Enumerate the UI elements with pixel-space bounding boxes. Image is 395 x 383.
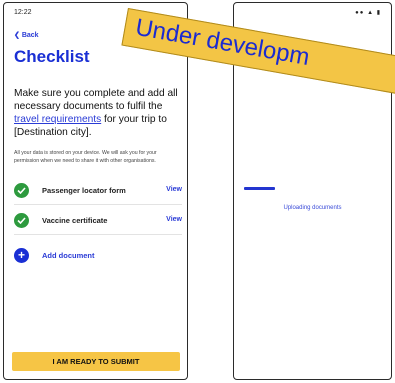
view-document-link[interactable]: View <box>166 186 182 193</box>
add-document-label: Add document <box>42 251 95 260</box>
submit-button[interactable]: I AM READY TO SUBMIT <box>12 352 180 371</box>
page-title: Checklist <box>14 47 90 66</box>
document-label: Passenger locator form <box>42 186 126 195</box>
status-bar: ●● ▲ ▮ <box>244 9 381 19</box>
status-time: 12:22 <box>14 9 32 16</box>
divider <box>14 234 182 235</box>
upload-progress-bar <box>244 187 383 190</box>
uploading-label: Uploading documents <box>283 205 342 211</box>
view-document-link[interactable]: View <box>166 216 182 223</box>
document-label: Vaccine certificate <box>42 216 108 225</box>
privacy-note: All your data is stored on your device. … <box>14 150 157 164</box>
document-row: Vaccine certificate View <box>14 211 182 235</box>
back-chevron-icon: ❮ <box>14 32 20 39</box>
checklist-screen: 12:22 ❮ Back Checklist Make sure you com… <box>3 2 188 380</box>
travel-requirements-link[interactable]: travel requirements <box>14 114 101 125</box>
intro-text: Make sure you complete and add all neces… <box>14 87 186 139</box>
plus-circle-icon: + <box>14 248 29 263</box>
status-icons: ●● ▲ ▮ <box>355 10 381 16</box>
divider <box>14 204 182 205</box>
back-label: Back <box>21 32 39 39</box>
canvas: 12:22 ❮ Back Checklist Make sure you com… <box>0 0 395 383</box>
add-document-button[interactable]: + Add document <box>14 246 182 264</box>
intro-part1: Make sure you complete and add all neces… <box>14 88 178 112</box>
check-circle-icon <box>14 213 29 228</box>
check-circle-icon <box>14 183 29 198</box>
document-row: Passenger locator form View <box>14 181 182 205</box>
progress-fill <box>244 187 275 190</box>
back-link[interactable]: ❮ Back <box>14 31 39 39</box>
